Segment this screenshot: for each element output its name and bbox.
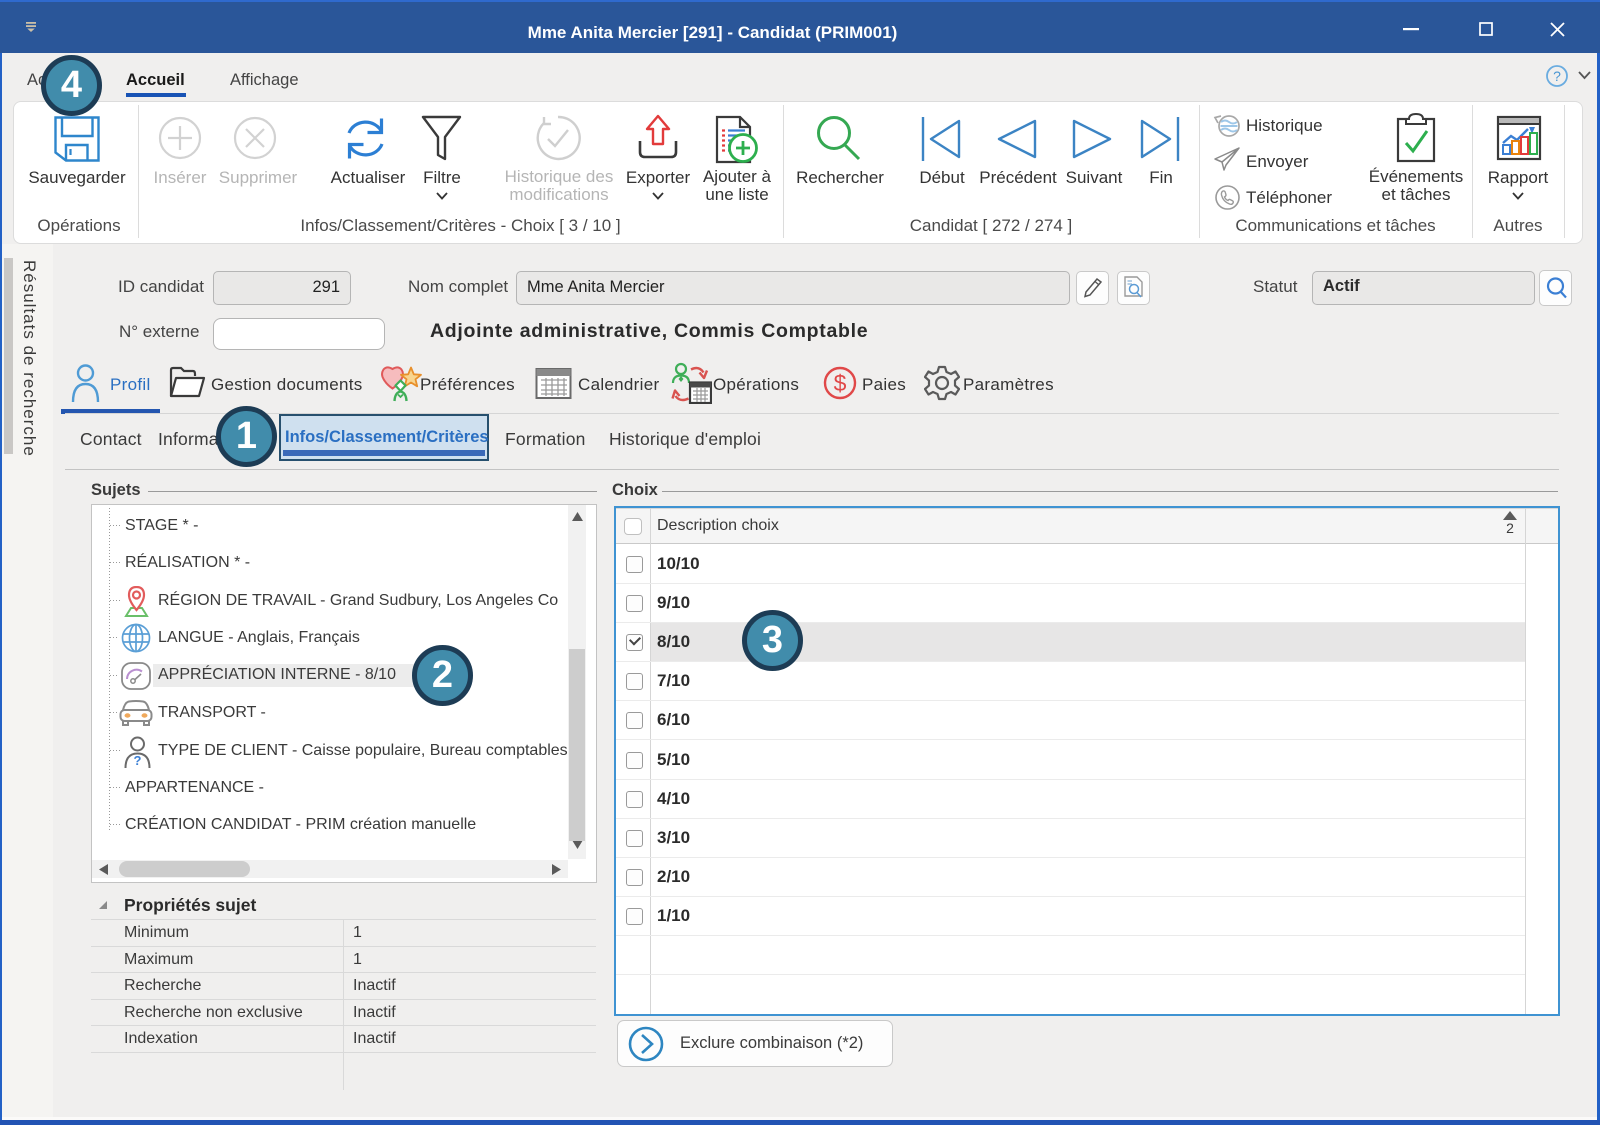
svg-text:$: $ (834, 370, 847, 396)
svg-text:?: ? (134, 753, 142, 768)
svg-text:?: ? (1553, 68, 1561, 84)
